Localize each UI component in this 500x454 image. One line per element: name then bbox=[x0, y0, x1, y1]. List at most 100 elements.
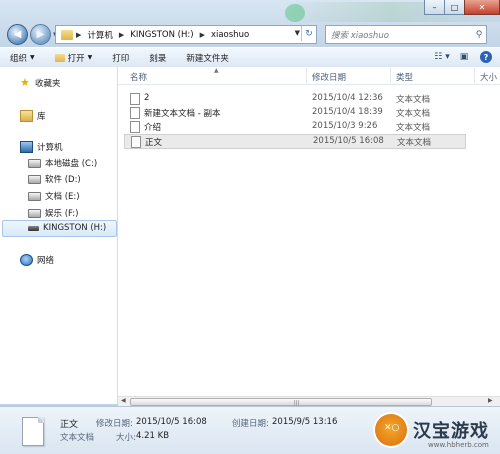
breadcrumb-computer[interactable]: 计算机 bbox=[87, 29, 113, 41]
library-icon bbox=[20, 110, 33, 122]
nav-drive-label: 本地磁盘 (C:) bbox=[45, 159, 98, 169]
nav-network[interactable]: 网络 bbox=[20, 254, 54, 266]
breadcrumb-separator-icon[interactable]: ▶ bbox=[119, 31, 124, 39]
column-divider[interactable] bbox=[390, 68, 391, 83]
folder-icon bbox=[54, 53, 65, 62]
file-row[interactable]: 介绍 2015/10/3 9:26 文本文档 bbox=[124, 120, 494, 133]
minimize-button[interactable]: – bbox=[424, 0, 445, 15]
command-bar: 组织 ▼ 打开 ▼ 打印 刻录 新建文件夹 ☷ ▾ ▣ ? bbox=[0, 47, 500, 68]
file-list: ▲ 名称 修改日期 类型 大小 2 2015/10/4 12:36 文本文档 新… bbox=[118, 67, 500, 404]
text-file-icon bbox=[131, 136, 141, 148]
folder-icon bbox=[61, 29, 73, 40]
file-row[interactable]: 新建文本文档 - 副本 2015/10/4 18:39 文本文档 bbox=[124, 106, 494, 119]
burn-label: 刻录 bbox=[149, 53, 167, 64]
nav-drive-label: KINGSTON (H:) bbox=[43, 223, 107, 233]
open-button[interactable]: 打开 ▼ bbox=[54, 52, 93, 64]
explorer-window: – □ ✕ ◀ ▶ ▼ ▶ 计算机 ▶ KINGSTON (H:) ▶ xiao… bbox=[0, 0, 500, 454]
column-divider[interactable] bbox=[306, 68, 307, 83]
nav-libraries[interactable]: 库 bbox=[20, 110, 46, 122]
column-size[interactable]: 大小 bbox=[480, 71, 497, 83]
file-modified: 2015/10/4 12:36 bbox=[312, 93, 383, 103]
preview-pane-icon: ▣ bbox=[459, 52, 469, 62]
column-divider[interactable] bbox=[474, 68, 475, 83]
refresh-button[interactable]: ↻ bbox=[301, 26, 316, 41]
details-modified-label: 修改日期: bbox=[96, 419, 133, 429]
nav-libraries-label: 库 bbox=[37, 112, 46, 122]
hard-drive-icon bbox=[28, 208, 41, 218]
hard-drive-icon bbox=[28, 191, 41, 201]
nav-drive-c[interactable]: 本地磁盘 (C:) bbox=[28, 157, 97, 169]
nav-computer[interactable]: 计算机 bbox=[20, 141, 63, 153]
help-button[interactable]: ? bbox=[478, 50, 494, 64]
column-headers: ▲ 名称 修改日期 类型 大小 bbox=[118, 67, 500, 85]
star-icon: ★ bbox=[20, 76, 30, 89]
change-view-button[interactable]: ☷ ▾ bbox=[434, 50, 450, 64]
organize-button[interactable]: 组织 ▼ bbox=[10, 52, 35, 64]
scroll-left-icon[interactable]: ◀ bbox=[121, 397, 126, 404]
scrollbar-thumb[interactable]: ||| bbox=[130, 398, 432, 406]
nav-drive-label: 软件 (D:) bbox=[45, 175, 81, 185]
breadcrumb-drive[interactable]: KINGSTON (H:) bbox=[130, 30, 193, 40]
file-row[interactable]: 2 2015/10/4 12:36 文本文档 bbox=[124, 92, 494, 105]
refresh-icon: ↻ bbox=[305, 28, 313, 39]
close-button[interactable]: ✕ bbox=[464, 0, 500, 15]
back-button[interactable]: ◀ bbox=[7, 24, 28, 45]
file-name: 介绍 bbox=[144, 123, 162, 133]
breadcrumb-separator-icon[interactable]: ▶ bbox=[76, 31, 81, 39]
nav-computer-label: 计算机 bbox=[37, 143, 63, 153]
file-name: 正文 bbox=[145, 138, 163, 148]
file-row-selected[interactable]: 正文 2015/10/5 16:08 文本文档 bbox=[124, 134, 466, 149]
details-filename: 正文 bbox=[60, 420, 79, 430]
nav-drive-label: 娱乐 (F:) bbox=[45, 209, 79, 219]
computer-icon bbox=[20, 141, 33, 153]
hard-drive-icon bbox=[28, 158, 41, 168]
breadcrumb-folder[interactable]: xiaoshuo bbox=[211, 30, 249, 40]
file-name: 新建文本文档 - 副本 bbox=[144, 109, 221, 119]
hard-drive-icon bbox=[28, 174, 41, 184]
horizontal-scrollbar[interactable]: ◀ ||| ▶ bbox=[118, 396, 500, 406]
column-type[interactable]: 类型 bbox=[396, 71, 413, 83]
print-button[interactable]: 打印 bbox=[112, 52, 129, 64]
text-file-icon bbox=[130, 121, 140, 133]
nav-drive-f[interactable]: 娱乐 (F:) bbox=[28, 207, 78, 219]
column-modified[interactable]: 修改日期 bbox=[312, 71, 346, 83]
address-history-dropdown-icon[interactable]: ▼ bbox=[295, 29, 300, 37]
open-label: 打开 bbox=[67, 53, 85, 64]
nav-drive-e[interactable]: 文档 (E:) bbox=[28, 190, 80, 202]
nav-favorites[interactable]: ★ 收藏夹 bbox=[20, 77, 61, 89]
search-input[interactable]: 搜索 xiaoshuo bbox=[326, 29, 472, 41]
burn-button[interactable]: 刻录 bbox=[149, 52, 166, 64]
preview-pane-button[interactable]: ▣ bbox=[456, 50, 472, 64]
forward-button[interactable]: ▶ bbox=[30, 24, 51, 45]
search-icon[interactable]: ⚲ bbox=[472, 30, 486, 40]
file-modified: 2015/10/5 16:08 bbox=[313, 136, 384, 146]
text-file-icon bbox=[130, 107, 140, 119]
file-modified: 2015/10/4 18:39 bbox=[312, 107, 383, 117]
details-size-value: 4.21 KB bbox=[136, 431, 170, 441]
scroll-right-icon[interactable]: ▶ bbox=[488, 397, 493, 404]
details-filetype: 文本文档 bbox=[60, 433, 95, 443]
chevron-down-icon: ▼ bbox=[87, 54, 93, 61]
file-name: 2 bbox=[144, 93, 150, 103]
address-bar[interactable]: ▶ 计算机 ▶ KINGSTON (H:) ▶ xiaoshuo ▼ ↻ bbox=[55, 25, 317, 44]
column-name[interactable]: 名称 bbox=[130, 71, 147, 83]
breadcrumb-separator-icon[interactable]: ▶ bbox=[200, 31, 205, 39]
nav-drive-d[interactable]: 软件 (D:) bbox=[28, 173, 81, 185]
details-created-label: 创建日期: bbox=[232, 419, 269, 429]
back-arrow-icon: ◀ bbox=[13, 29, 22, 40]
details-modified-value: 2015/10/5 16:08 bbox=[136, 417, 207, 427]
usb-drive-icon bbox=[28, 225, 39, 231]
file-type: 文本文档 bbox=[396, 123, 431, 133]
new-folder-button[interactable]: 新建文件夹 bbox=[186, 52, 229, 64]
file-type: 文本文档 bbox=[396, 109, 431, 119]
watermark-logo-icon: ✕○ bbox=[375, 414, 407, 446]
details-created-value: 2015/9/5 13:16 bbox=[272, 417, 338, 427]
nav-drive-h[interactable]: KINGSTON (H:) bbox=[28, 223, 106, 233]
sort-ascending-icon: ▲ bbox=[214, 67, 219, 74]
text-file-large-icon bbox=[22, 417, 44, 446]
background-blur-dot bbox=[285, 4, 305, 22]
maximize-button[interactable]: □ bbox=[444, 0, 465, 15]
navigation-pane: ★ 收藏夹 库 计算机 本地磁盘 (C:) 软件 (D:) 文档 (E:) 娱乐… bbox=[0, 67, 118, 404]
file-type: 文本文档 bbox=[396, 95, 431, 105]
search-box[interactable]: 搜索 xiaoshuo ⚲ bbox=[325, 25, 487, 44]
